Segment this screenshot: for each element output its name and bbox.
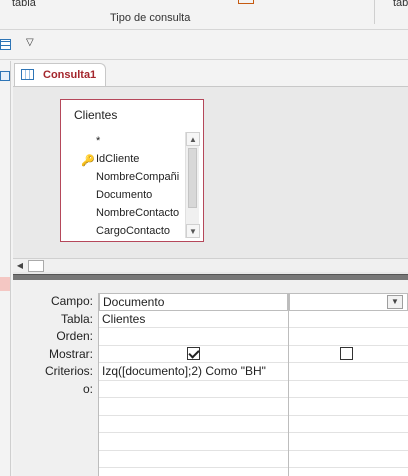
- query-design-grid: Documento Clientes Izq([documento];2) Co…: [98, 293, 408, 476]
- navigation-pane-collapsed: [0, 61, 11, 476]
- orden-cell[interactable]: [289, 328, 408, 346]
- tabla-cell[interactable]: [289, 311, 408, 328]
- navigation-toggle-icon[interactable]: [0, 71, 10, 81]
- ribbon: tabla Tipo de consulta tab: [0, 0, 408, 30]
- ribbon-tab-right-label[interactable]: tab: [393, 0, 408, 9]
- scroll-left-icon[interactable]: ◀: [13, 259, 27, 273]
- tab-title: Consulta1: [43, 69, 97, 81]
- row-label-mostrar: Mostrar:: [48, 346, 93, 361]
- upper-pane-horizontal-scrollbar[interactable]: ◀: [13, 258, 408, 272]
- datasheet-icon[interactable]: [0, 39, 11, 50]
- field-item-idcliente[interactable]: 🔑 IdCliente: [61, 150, 185, 168]
- campo-field-select[interactable]: Documento: [99, 293, 288, 311]
- criterios-cell[interactable]: Izq([documento];2) Como "BH": [99, 363, 288, 381]
- ribbon-tabla-label[interactable]: tabla: [12, 0, 36, 9]
- field-item-label: IdCliente: [96, 153, 140, 165]
- query-icon: [21, 69, 34, 80]
- field-item-nombrecontacto[interactable]: NombreContacto: [61, 204, 185, 222]
- tab-consulta1[interactable]: Consulta1: [14, 63, 106, 86]
- scroll-up-icon[interactable]: ▲: [186, 132, 200, 146]
- empty-cell[interactable]: [289, 433, 408, 451]
- row-label-criterios: Criterios:: [44, 364, 93, 378]
- field-list-title[interactable]: Clientes: [74, 108, 117, 122]
- navigation-selected-marker: [0, 277, 10, 291]
- field-item-documento[interactable]: Documento: [61, 186, 185, 204]
- empty-cell[interactable]: [99, 433, 288, 451]
- show-checkbox[interactable]: [340, 346, 353, 360]
- empty-cell[interactable]: [99, 398, 288, 416]
- criterios-cell[interactable]: [289, 363, 408, 381]
- customize-dropdown-icon[interactable]: ▽: [26, 37, 34, 48]
- scroll-down-icon[interactable]: ▼: [186, 224, 200, 238]
- field-item-nombrecompania[interactable]: NombreCompañi: [61, 168, 185, 186]
- primary-key-icon: 🔑: [81, 155, 95, 167]
- o-cell[interactable]: [289, 381, 408, 398]
- o-cell[interactable]: [99, 381, 288, 398]
- scroll-thumb[interactable]: [188, 148, 197, 208]
- row-label-tabla: Tabla:: [60, 311, 93, 326]
- campo-value: Documento: [103, 295, 165, 309]
- field-list-items: * 🔑 IdCliente NombreCompañi Documento Nom…: [61, 132, 185, 240]
- show-checkbox[interactable]: [187, 346, 200, 360]
- tabla-cell[interactable]: Clientes: [99, 311, 288, 328]
- chevron-down-icon[interactable]: ▼: [387, 295, 403, 309]
- ribbon-separator: [374, 0, 375, 24]
- row-label-orden: Orden:: [56, 329, 93, 343]
- row-label-campo: Campo:: [50, 294, 93, 308]
- empty-cell[interactable]: [99, 451, 288, 468]
- empty-cell[interactable]: [289, 451, 408, 468]
- ribbon-highlight-mark: [238, 0, 254, 4]
- empty-cell[interactable]: [99, 416, 288, 433]
- grid-column-1: Documento Clientes Izq([documento];2) Co…: [99, 293, 289, 476]
- field-item-cargocontacto[interactable]: CargoContacto: [61, 222, 185, 240]
- field-list-scrollbar[interactable]: ▲ ▼: [185, 132, 200, 238]
- empty-cell[interactable]: [289, 398, 408, 416]
- mostrar-cell[interactable]: [289, 346, 408, 363]
- table-field-list[interactable]: Clientes * 🔑 IdCliente NombreCompañi Docu…: [60, 99, 204, 242]
- orden-cell[interactable]: [99, 328, 288, 346]
- quick-access-bar: ▽: [0, 30, 408, 60]
- ribbon-group-label: Tipo de consulta: [110, 12, 191, 24]
- row-label-o: o:: [82, 381, 93, 396]
- field-item-all[interactable]: *: [61, 132, 185, 150]
- horizontal-scroll-thumb[interactable]: [28, 260, 44, 272]
- query-design-upper-pane: Clientes * 🔑 IdCliente NombreCompañi Docu…: [13, 86, 408, 274]
- query-design-grid-pane: Campo: Tabla: Orden: Mostrar: Criterios:…: [13, 280, 408, 476]
- grid-column-2: ▼: [289, 293, 408, 476]
- empty-cell[interactable]: [289, 416, 408, 433]
- campo-field-select[interactable]: ▼: [289, 293, 408, 311]
- grid-row-labels: Campo: Tabla: Orden: Mostrar: Criterios:…: [13, 293, 93, 398]
- mostrar-cell[interactable]: [99, 346, 288, 363]
